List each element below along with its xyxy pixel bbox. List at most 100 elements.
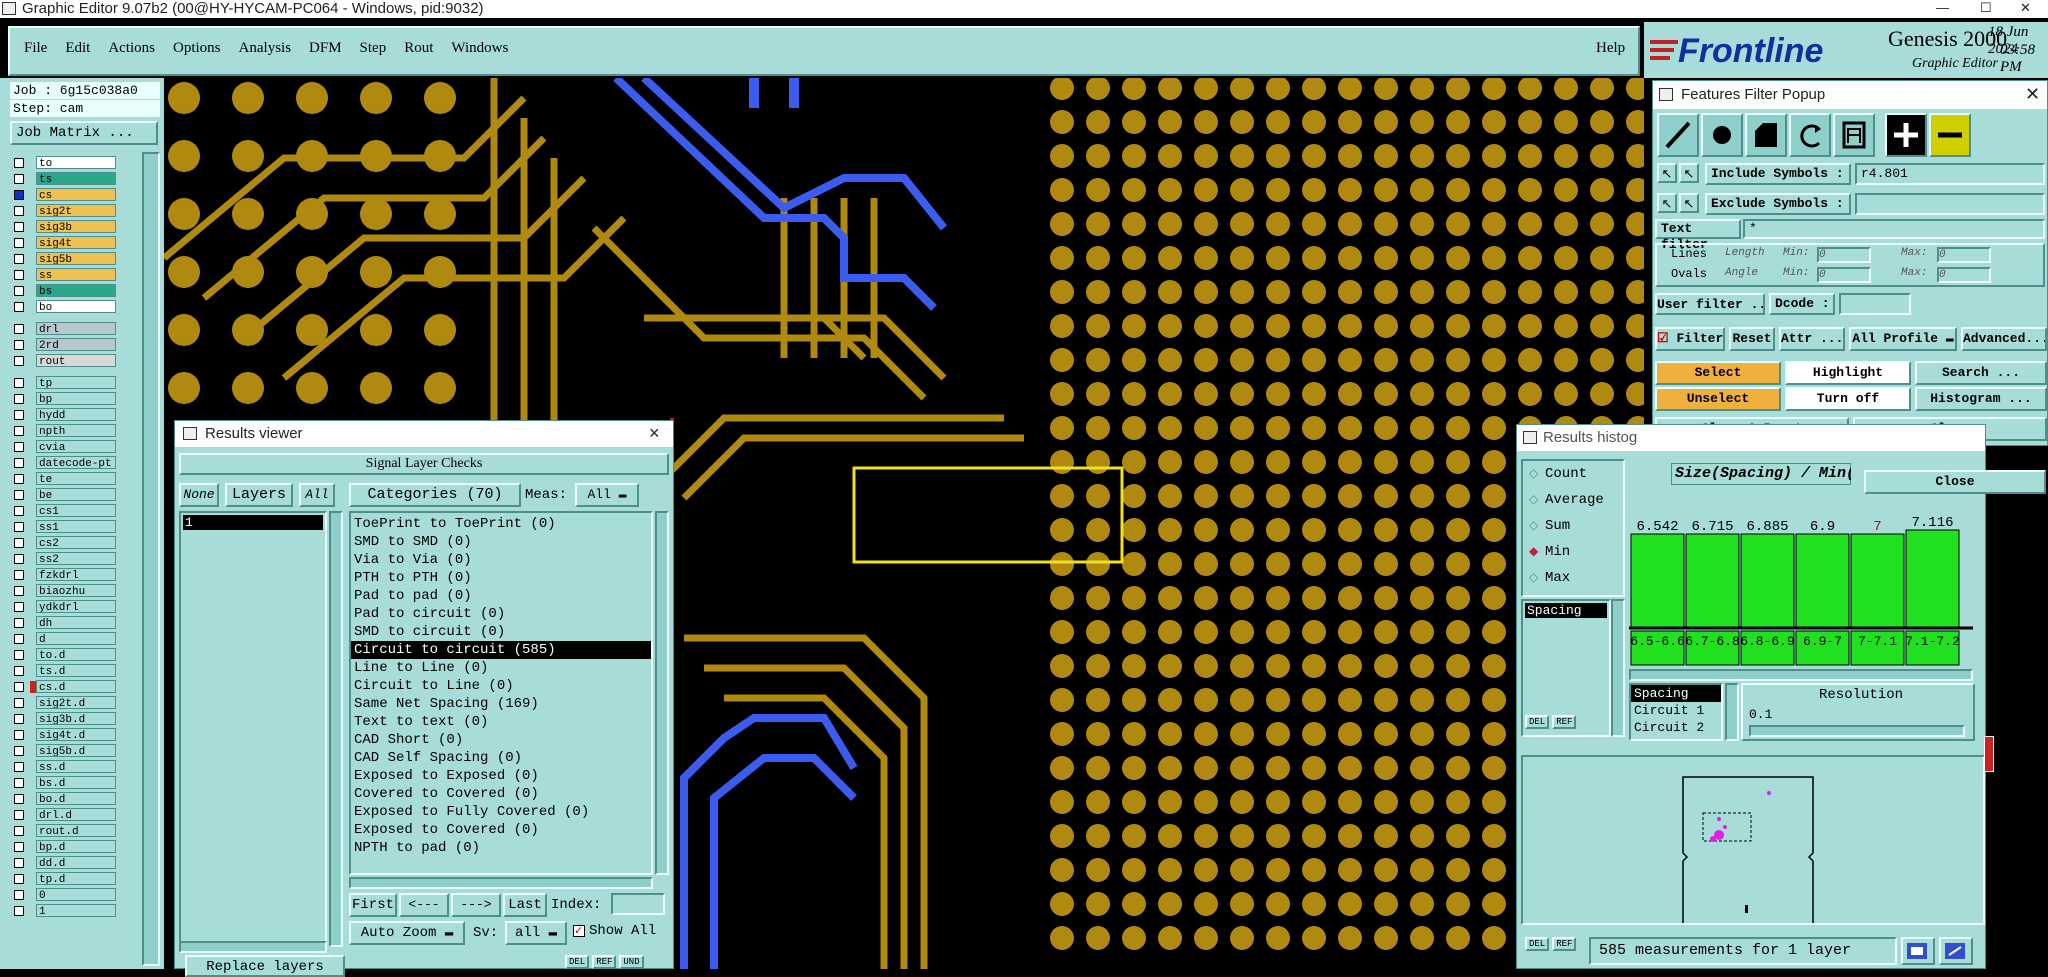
layer-name[interactable]: ss1 <box>36 520 116 533</box>
line-feature-icon[interactable] <box>1657 113 1699 157</box>
category-item[interactable]: Text to text (0) <box>351 713 651 731</box>
layer-name[interactable]: cvia <box>36 440 116 453</box>
last-button[interactable]: Last <box>503 893 547 917</box>
layer-name[interactable]: be <box>36 488 116 501</box>
layer-checkbox[interactable] <box>14 890 24 900</box>
layer-checkbox[interactable] <box>14 746 24 756</box>
layer-name[interactable]: ydkdrl <box>36 600 116 613</box>
histogram-close-button[interactable]: Close <box>1864 470 2046 494</box>
menu-rout[interactable]: Rout <box>404 40 433 57</box>
stat-option[interactable]: ◇ Average <box>1523 487 1623 513</box>
layer-checkbox[interactable] <box>14 794 24 804</box>
layer-name[interactable]: biaozhu <box>36 584 116 597</box>
board-preview[interactable] <box>1521 755 1985 938</box>
layer-name[interactable]: ts <box>36 172 116 185</box>
maximize-button[interactable]: ☐ <box>1980 0 1992 16</box>
exclude-symbols-input[interactable] <box>1855 193 2045 215</box>
lines-checkbox-label[interactable]: Lines <box>1671 247 1707 261</box>
stat-option[interactable]: ◇ Sum <box>1523 513 1623 539</box>
layer-checkbox[interactable] <box>14 340 24 350</box>
stat-list-item[interactable]: Spacing <box>1525 603 1607 618</box>
category-item[interactable]: Circuit to circuit (585) <box>351 641 651 659</box>
measure-item[interactable]: Spacing <box>1631 685 1721 702</box>
layer-checkbox[interactable] <box>14 474 24 484</box>
layer-checkbox[interactable] <box>14 634 24 644</box>
layer-name[interactable]: bp <box>36 392 116 405</box>
layer-checkbox[interactable] <box>14 356 24 366</box>
layer-checkbox[interactable] <box>14 906 24 916</box>
menu-dfm[interactable]: DFM <box>309 40 342 57</box>
surface-feature-icon[interactable] <box>1745 113 1787 157</box>
profile-dropdown[interactable]: All Profile ▬ <box>1849 327 1957 351</box>
filter-toggle[interactable]: ☑ Filter <box>1655 327 1725 351</box>
category-item[interactable]: Exposed to Fully Covered (0) <box>351 803 651 821</box>
category-item[interactable]: Line to Line (0) <box>351 659 651 677</box>
tiny-ref-button[interactable]: REF <box>1552 715 1577 729</box>
layer-checkbox[interactable] <box>14 394 24 404</box>
layer-name[interactable]: cs <box>36 188 116 201</box>
text-feature-icon[interactable] <box>1833 113 1875 157</box>
tab-none[interactable]: None <box>179 483 219 507</box>
layer-name[interactable]: ss2 <box>36 552 116 565</box>
category-item[interactable]: CAD Short (0) <box>351 731 651 749</box>
layer-name[interactable]: sig5b <box>36 252 116 265</box>
layer-results-scroll-v[interactable] <box>329 511 343 947</box>
layer-name[interactable]: 1 <box>36 904 116 917</box>
layer-checkbox[interactable] <box>14 602 24 612</box>
layer-name[interactable]: rout.d <box>36 824 116 837</box>
layer-name[interactable]: drl <box>36 322 116 335</box>
layer-checkbox[interactable] <box>14 554 24 564</box>
replace-layers-button[interactable]: Replace layers <box>185 955 345 977</box>
layer-checkbox[interactable] <box>14 842 24 852</box>
features-filter-close-icon[interactable]: ✕ <box>2025 84 2040 105</box>
layer-results-list[interactable]: 1 <box>179 511 327 947</box>
layer-checkbox[interactable] <box>14 778 24 788</box>
angle-checkbox-label[interactable]: Angle <box>1725 267 1758 279</box>
layer-name[interactable]: sig3b <box>36 220 116 233</box>
next-button[interactable]: ---> <box>451 893 501 917</box>
layer-checkbox[interactable] <box>14 506 24 516</box>
text-filter-input[interactable]: * <box>1743 219 2045 239</box>
layer-name[interactable]: ss <box>36 268 116 281</box>
stat-option[interactable]: ◇ Max <box>1523 565 1623 591</box>
exclude-pointer-icon[interactable]: ↖ <box>1657 193 1677 213</box>
index-input[interactable] <box>611 893 665 915</box>
category-item[interactable]: Same Net Spacing (169) <box>351 695 651 713</box>
layer-name[interactable]: sig4t.d <box>36 728 116 741</box>
category-item[interactable]: Pad to circuit (0) <box>351 605 651 623</box>
histogram-print-icon[interactable] <box>1939 937 1973 965</box>
category-item[interactable]: Pad to pad (0) <box>351 587 651 605</box>
layer-checkbox[interactable] <box>14 522 24 532</box>
layer-checkbox[interactable] <box>14 538 24 548</box>
layer-name[interactable]: cs.d <box>36 680 116 693</box>
layer-checkbox[interactable] <box>14 158 24 168</box>
layer-name[interactable]: sig2t <box>36 204 116 217</box>
layer-checkbox[interactable] <box>14 254 24 264</box>
histogram-bar[interactable] <box>1685 533 1740 628</box>
categories-button[interactable]: Categories (70) <box>349 483 521 507</box>
histogram-hscroll[interactable] <box>1629 669 1973 681</box>
layer-name[interactable]: to.d <box>36 648 116 661</box>
layer-checkbox[interactable] <box>14 618 24 628</box>
layer-checkbox[interactable] <box>14 682 24 692</box>
include-symbols-input[interactable]: r4.801 <box>1855 163 2045 185</box>
measure-item[interactable]: Circuit 1 <box>1631 702 1721 719</box>
layer-name[interactable]: bo <box>36 300 116 313</box>
turn-off-button[interactable]: Turn off <box>1785 387 1911 411</box>
category-list[interactable]: ToePrint to ToePrint (0) SMD to SMD (0) Vi… <box>349 511 653 875</box>
arc-feature-icon[interactable] <box>1789 113 1831 157</box>
layer-name[interactable]: bs.d <box>36 776 116 789</box>
category-item[interactable]: SMD to circuit (0) <box>351 623 651 641</box>
length-checkbox-label[interactable]: Length <box>1725 247 1765 259</box>
angle-max-input[interactable]: 0 <box>1937 267 1991 283</box>
layer-checkbox[interactable] <box>14 410 24 420</box>
layer-name[interactable]: rout <box>36 354 116 367</box>
first-button[interactable]: First <box>349 893 397 917</box>
results-viewer-close-icon[interactable]: × <box>649 423 660 444</box>
layer-checkbox[interactable] <box>14 190 24 200</box>
layer-name[interactable]: sig3b.d <box>36 712 116 725</box>
histogram-button[interactable]: Histogram ... <box>1915 387 2047 411</box>
menu-help[interactable]: Help <box>1596 40 1625 57</box>
layer-checkbox[interactable] <box>14 714 24 724</box>
histogram-bar[interactable] <box>1630 533 1685 628</box>
